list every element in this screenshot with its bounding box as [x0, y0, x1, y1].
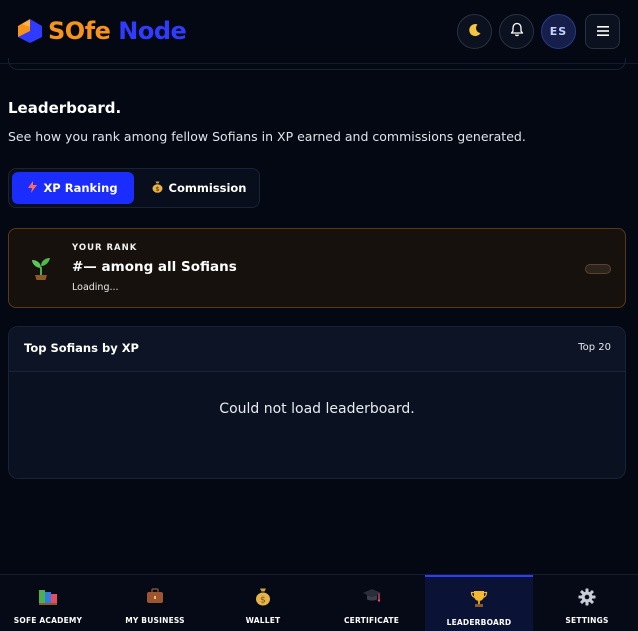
briefcase-icon	[146, 588, 164, 608]
tab-xp-ranking[interactable]: XP Ranking	[12, 172, 134, 204]
notifications-button[interactable]	[499, 14, 534, 49]
tab-commission[interactable]: $ Commission	[149, 172, 249, 204]
svg-text:$: $	[260, 596, 266, 606]
rank-status: Loading...	[72, 282, 119, 293]
graduation-cap-icon	[362, 588, 382, 608]
nav-label: LEADERBOARD	[446, 618, 512, 627]
money-bag-icon: $	[152, 181, 163, 196]
nav-label: SOFE ACADEMY	[13, 616, 83, 625]
nav-item-wallet[interactable]: $ WALLET	[214, 575, 312, 631]
page-title: Leaderboard.	[8, 99, 122, 117]
header-divider	[8, 58, 626, 70]
nav-label: WALLET	[245, 616, 281, 625]
leaderboard-header: Top Sofians by XP Top 20	[9, 327, 625, 372]
page-subtitle: See how you rank among fellow Sofians in…	[8, 129, 526, 144]
brand-word-1: SOfe	[48, 17, 111, 45]
hamburger-menu-icon	[596, 22, 610, 41]
brand-logo[interactable]: SOfe Node	[16, 17, 187, 45]
tab-label: XP Ranking	[43, 181, 118, 195]
rank-value: #— among all Sofians	[72, 259, 237, 275]
logo-icon	[16, 18, 44, 44]
gear-icon	[578, 588, 596, 608]
leaderboard-tabs: XP Ranking $ Commission	[8, 168, 260, 208]
top-header: SOfe Node ES	[0, 0, 638, 64]
tab-label: Commission	[168, 181, 247, 195]
moon-icon	[468, 22, 482, 41]
leaderboard-error-message: Could not load leaderboard.	[219, 401, 415, 417]
leaderboard-title: Top Sofians by XP	[24, 341, 139, 355]
nav-label: CERTIFICATE	[343, 616, 400, 625]
trophy-icon	[470, 590, 488, 610]
bottom-navigation: SOFE ACADEMY MY BUSINESS $ WALLET CERTIF…	[0, 574, 638, 631]
nav-item-sofe-academy[interactable]: SOFE ACADEMY	[0, 575, 96, 631]
nav-item-settings[interactable]: SETTINGS	[537, 575, 637, 631]
brand-word-2: Node	[118, 17, 187, 45]
menu-button[interactable]	[585, 14, 620, 49]
rank-label: YOUR RANK	[72, 243, 138, 253]
top-count-badge: Top 20	[578, 342, 611, 353]
avatar[interactable]: ES	[541, 14, 576, 49]
rank-xp-badge	[585, 264, 611, 274]
nav-item-certificate[interactable]: CERTIFICATE	[320, 575, 423, 631]
bell-icon	[510, 22, 524, 41]
money-bag-icon: $	[255, 588, 271, 608]
leaderboard-card: Top Sofians by XP Top 20 Could not load …	[8, 326, 626, 479]
your-rank-card: YOUR RANK #— among all Sofians Loading..…	[8, 228, 626, 308]
seedling-icon	[29, 255, 53, 287]
books-icon	[38, 588, 58, 608]
nav-item-my-business[interactable]: MY BUSINESS	[107, 575, 203, 631]
nav-item-leaderboard[interactable]: LEADERBOARD	[425, 575, 533, 631]
nav-label: MY BUSINESS	[125, 616, 185, 625]
lightning-icon	[28, 180, 38, 196]
svg-text:$: $	[155, 186, 159, 193]
nav-label: SETTINGS	[565, 616, 609, 625]
theme-toggle-button[interactable]	[457, 14, 492, 49]
